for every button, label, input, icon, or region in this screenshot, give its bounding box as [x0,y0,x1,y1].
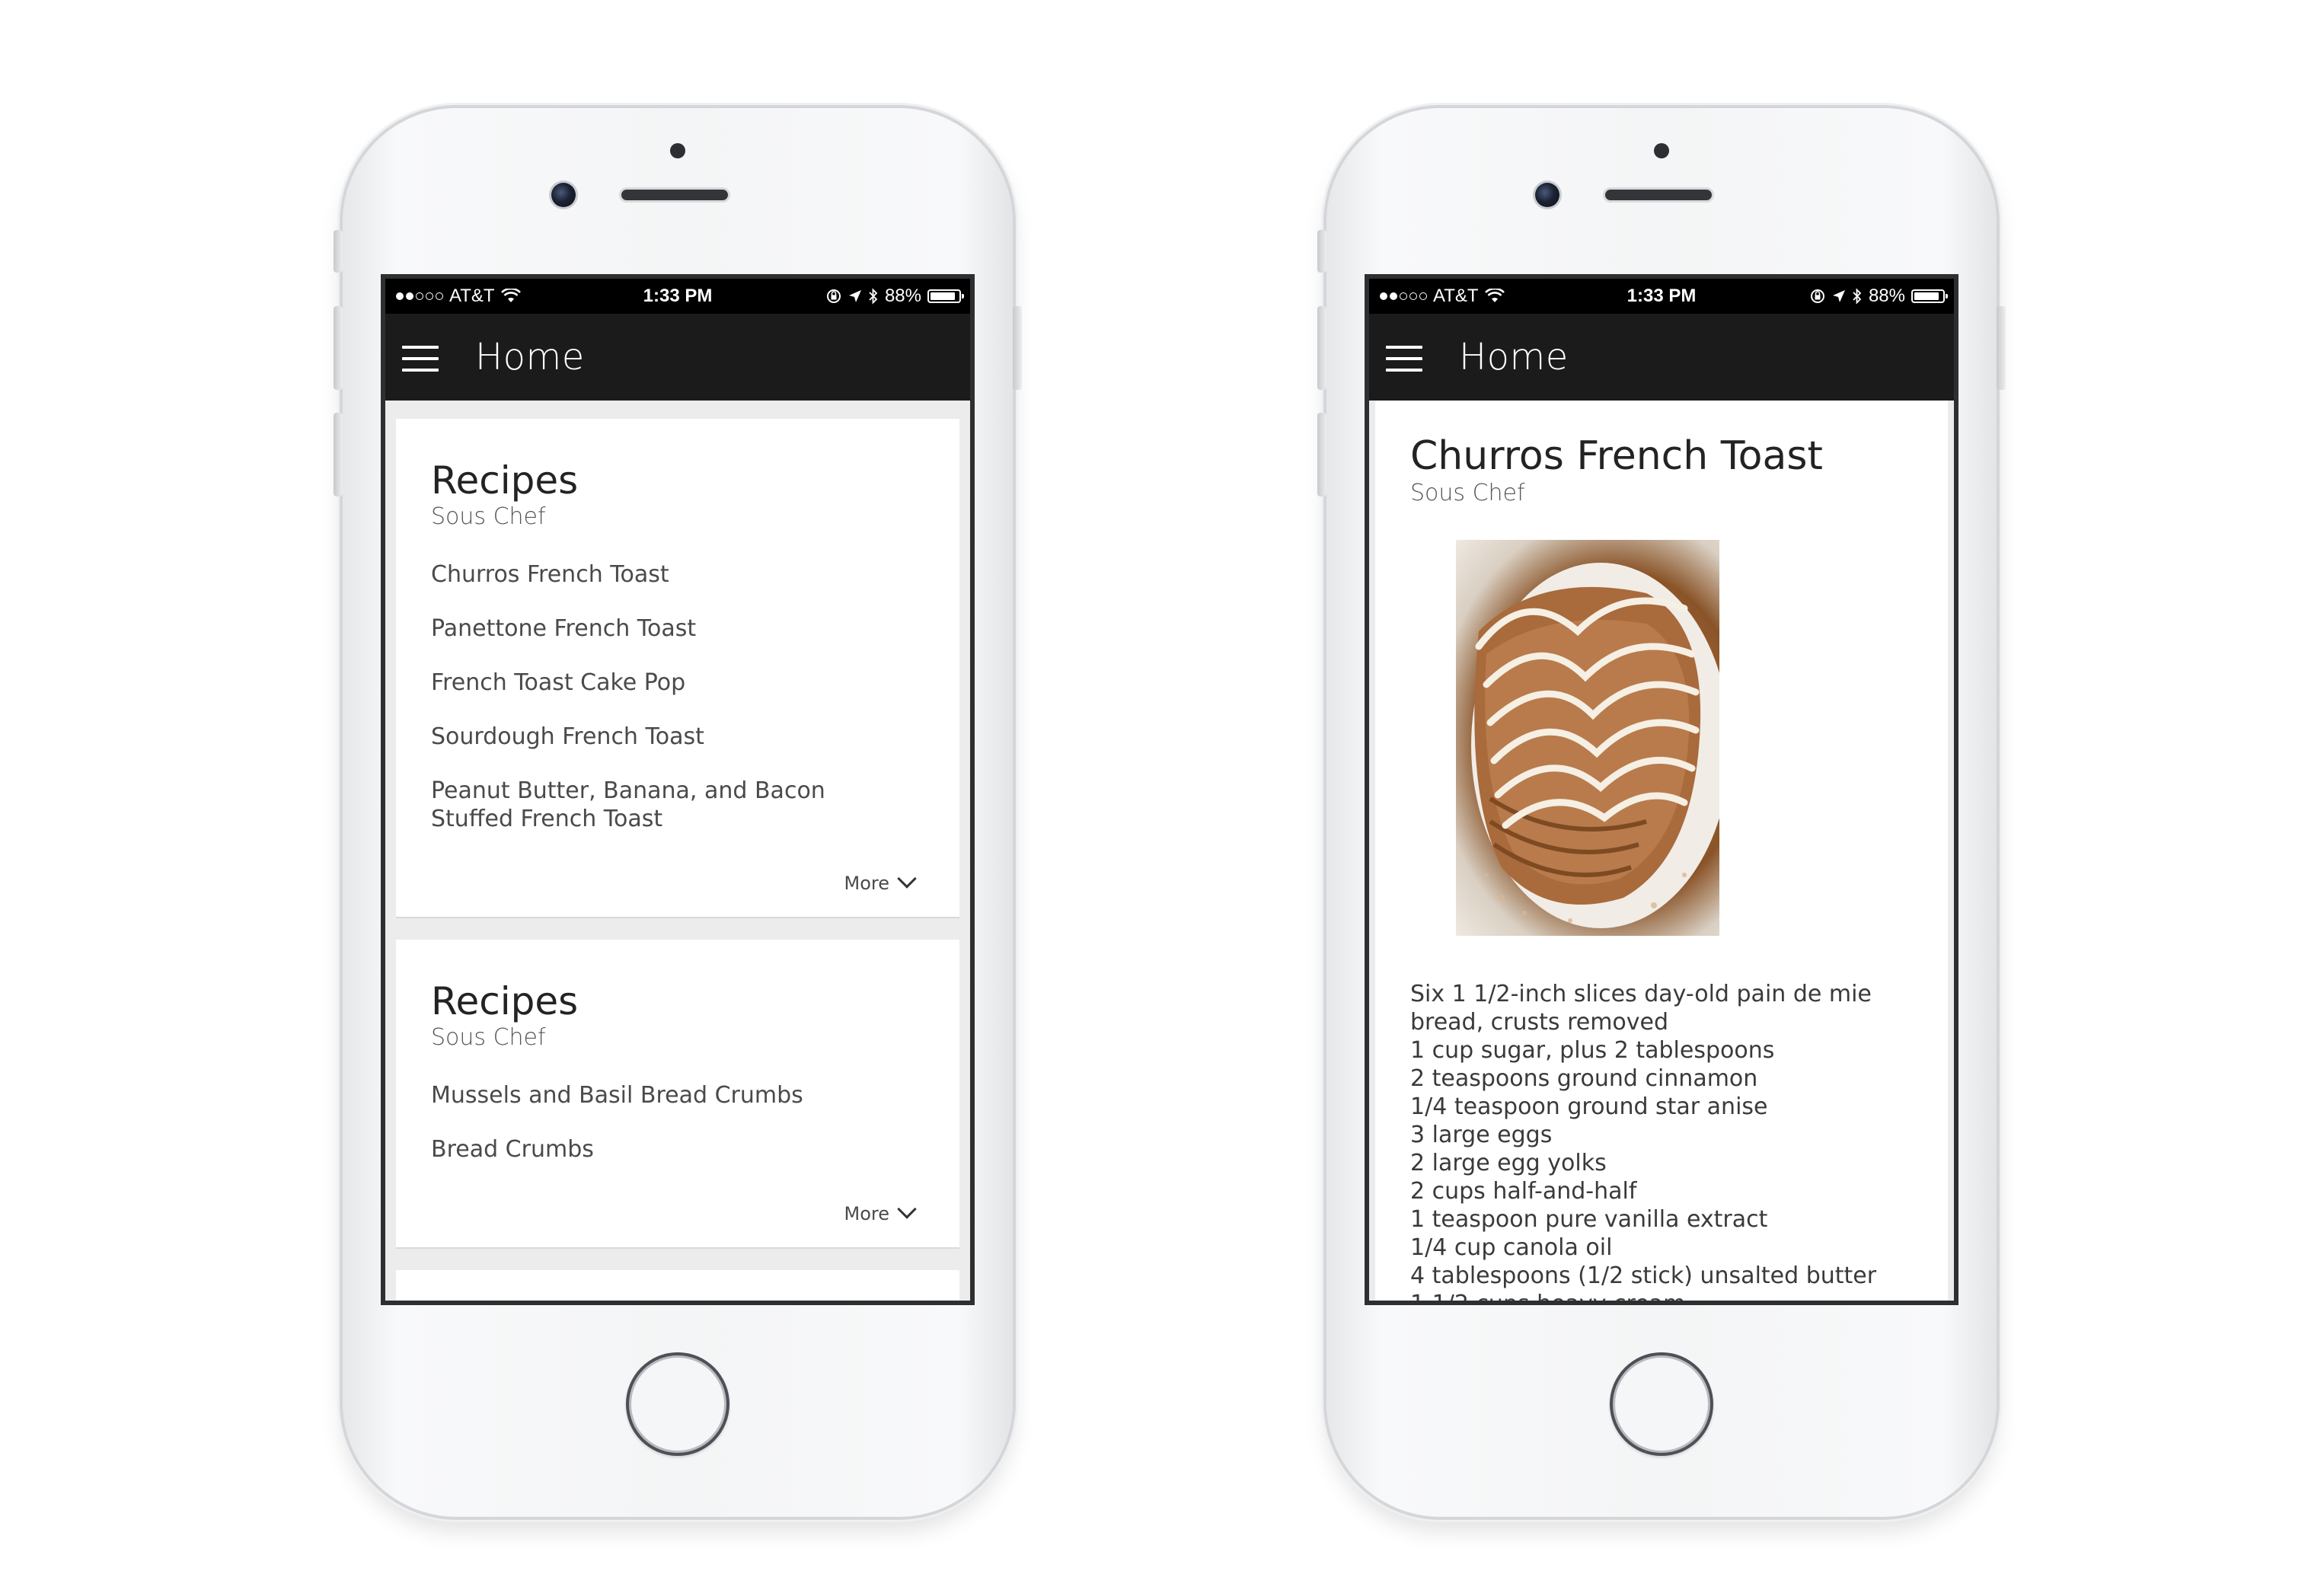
battery-percent: 88% [884,286,921,306]
recipes-card: Recipes Sous Chef Churros French Toast P… [396,419,959,918]
orientation-lock-icon [1810,289,1824,303]
battery-icon [927,289,964,303]
location-arrow-icon [848,290,861,302]
hamburger-menu-icon[interactable] [1386,346,1422,372]
recipes-card: Recipes Sous Chef Mussels and Basil Brea… [396,940,959,1249]
bluetooth-icon [869,288,878,305]
recipe-list: Churros French Toast Panettone French To… [431,560,924,833]
hamburger-menu-icon[interactable] [402,346,439,372]
location-arrow-icon [1832,290,1845,302]
volume-down-button [334,413,343,496]
status-bar: AT&T 1:33 PM 88% [385,279,970,314]
phone-right: AT&T 1:33 PM 88% Home Churros French Toa… [1317,108,2006,1517]
churros-french-toast-photo [1456,539,1719,936]
card-title: Recipes [431,458,579,503]
home-button[interactable] [1610,1352,1713,1456]
volume-up-button [334,306,343,390]
bluetooth-icon [1853,288,1862,305]
recipe-link[interactable]: Sourdough French Toast [431,723,924,751]
ingredient-item: Six 1 1/2-inch slices day-old pain de mi… [1410,980,1872,1036]
proximity-sensor [1654,143,1669,158]
recipe-link[interactable]: Bread Crumbs [431,1135,924,1163]
ingredient-item: 3 large eggs [1410,1121,1553,1148]
phone-left: AT&T 1:33 PM 88% Home Recipes Sous Chef … [334,108,1022,1517]
card-subtitle: Sous Chef [431,503,546,530]
carrier-label: AT&T [1433,286,1479,306]
wifi-icon [500,289,521,302]
recipe-detail[interactable]: Churros French Toast Sous Chef Six 1 1/2… [1375,401,1948,1305]
recipe-link[interactable]: Mussels and Basil Bread Crumbs [431,1081,924,1109]
next-card-peek [396,1270,959,1301]
chevron-down-icon [897,1199,917,1219]
front-camera [1535,183,1559,207]
recipe-source: Sous Chef [1410,479,1525,506]
app-bar: Home [1369,314,1954,401]
recipe-link[interactable]: Peanut Butter, Banana, and Bacon Stuffed… [431,777,888,833]
volume-down-button [1317,413,1326,496]
earpiece-speaker [1605,190,1712,200]
volume-up-button [1317,306,1326,390]
status-bar: AT&T 1:33 PM 88% [1369,279,1954,314]
recipe-list: Mussels and Basil Bread Crumbs Bread Cru… [431,1081,924,1163]
proximity-sensor [670,143,685,158]
battery-icon [1911,289,1948,303]
more-label: More [844,1203,890,1224]
screen: AT&T 1:33 PM 88% Home Recipes Sous Chef … [381,274,975,1305]
recipe-title: Churros French Toast [1410,433,1823,479]
ingredient-list: Six 1 1/2-inch slices day-old pain de mi… [1410,980,1913,1305]
signal-strength-icon [396,292,443,300]
more-label: More [844,873,890,894]
chevron-down-icon [897,869,917,889]
more-button[interactable]: More [431,869,924,894]
home-button[interactable] [626,1352,729,1456]
app-title: Home [475,336,585,378]
recipe-link[interactable]: Churros French Toast [431,560,924,589]
app-bar: Home [385,314,970,401]
recipe-link[interactable]: French Toast Cake Pop [431,669,924,697]
clock: 1:33 PM [643,286,713,306]
ingredient-item: 1/4 teaspoon ground star anise [1410,1093,1768,1120]
ingredient-item: 2 teaspoons ground cinnamon [1410,1065,1758,1092]
ingredient-item: 2 cups half-and-half [1410,1177,1637,1205]
signal-strength-icon [1380,292,1427,300]
carrier-label: AT&T [449,286,495,306]
power-button [1013,306,1022,390]
earpiece-speaker [621,190,728,200]
ingredient-item: 2 large egg yolks [1410,1149,1607,1176]
app-title: Home [1459,336,1569,378]
card-title: Recipes [431,979,579,1023]
ingredient-item: 1 cup sugar, plus 2 tablespoons [1410,1036,1775,1064]
wifi-icon [1484,289,1505,302]
front-camera [551,183,576,207]
card-subtitle: Sous Chef [431,1024,546,1051]
power-button [1997,306,2006,390]
ingredient-item: 1 1/2 cups heavy cream [1410,1290,1686,1305]
clock: 1:33 PM [1626,286,1697,306]
orientation-lock-icon [826,289,841,303]
more-button[interactable]: More [431,1199,924,1224]
battery-percent: 88% [1868,286,1905,306]
home-feed[interactable]: Recipes Sous Chef Churros French Toast P… [385,401,970,1301]
screen: AT&T 1:33 PM 88% Home Churros French Toa… [1365,274,1958,1305]
ingredient-item: 4 tablespoons (1/2 stick) unsalted butte… [1410,1262,1877,1289]
recipe-link[interactable]: Panettone French Toast [431,614,924,643]
mute-switch [334,230,343,273]
ingredient-item: 1 teaspoon pure vanilla extract [1410,1205,1768,1233]
mute-switch [1317,230,1326,273]
ingredient-item: 1/4 cup canola oil [1410,1234,1613,1261]
